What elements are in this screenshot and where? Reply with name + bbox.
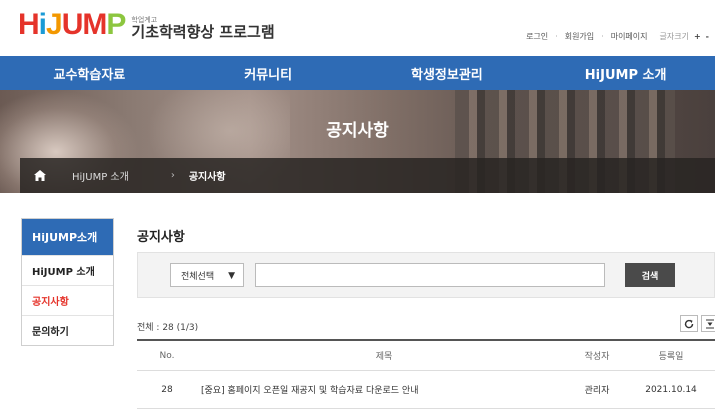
font-size-label: 글자크기 xyxy=(659,32,689,41)
logo-wordmark: HiJUMP xyxy=(18,8,126,41)
font-increase-button[interactable]: + xyxy=(694,32,701,41)
breadcrumb-section[interactable]: HiJUMP 소개 xyxy=(72,168,129,183)
home-icon[interactable] xyxy=(20,170,60,181)
notice-table: No. 제목 작성자 등록일 28 [중요] 홈페이지 오픈일 재공지 및 학습… xyxy=(137,339,715,409)
nav-item-about[interactable]: HiJUMP 소개 xyxy=(536,56,715,90)
row-no: 28 xyxy=(161,384,173,395)
search-input[interactable] xyxy=(255,263,605,287)
site-logo[interactable]: HiJUMP 학업계고 기초학력향상 프로그램 xyxy=(18,10,275,40)
col-writer: 작성자 xyxy=(584,352,610,362)
download-icon[interactable] xyxy=(701,315,715,332)
sidebar-item-notice[interactable]: 공지사항 xyxy=(22,285,113,315)
col-date: 등록일 xyxy=(658,352,684,362)
chevron-down-icon: ▼ xyxy=(228,271,235,281)
breadcrumb-current: 공지사항 xyxy=(188,172,226,183)
total-count: 전체 : 28 (1/3) xyxy=(137,323,199,333)
refresh-icon[interactable] xyxy=(680,315,698,332)
breadcrumb: HiJUMP 소개 › 공지사항 xyxy=(20,158,715,193)
logo-sub-big: 기초학력향상 프로그램 xyxy=(131,23,275,41)
row-date: 2021.10.14 xyxy=(645,384,697,395)
col-title: 제목 xyxy=(375,352,393,362)
site-header: HiJUMP 학업계고 기초학력향상 프로그램 로그인 · 회원가입 · 마이페… xyxy=(0,0,715,56)
font-decrease-button[interactable]: - xyxy=(706,32,709,41)
category-select[interactable]: 전체선택 ▼ xyxy=(170,263,244,287)
main-nav: 교수학습자료 커뮤니티 학생정보관리 HiJUMP 소개 xyxy=(0,56,715,90)
search-panel: 전체선택 ▼ 검색 xyxy=(137,252,715,298)
row-writer: 관리자 xyxy=(584,386,610,396)
category-select-value: 전체선택 xyxy=(181,271,215,282)
login-link[interactable]: 로그인 xyxy=(526,31,548,42)
nav-item-community[interactable]: 커뮤니티 xyxy=(179,56,358,90)
nav-item-student-info[interactable]: 학생정보관리 xyxy=(358,56,537,90)
search-button[interactable]: 검색 xyxy=(625,263,675,287)
chevron-right-icon: › xyxy=(170,170,175,181)
banner-title: 공지사항 xyxy=(326,121,389,141)
signup-link[interactable]: 회원가입 xyxy=(565,31,594,42)
row-title-link[interactable]: [중요] 홈페이지 오픈일 재공지 및 학습자료 다운로드 안내 xyxy=(197,383,567,396)
nav-item-teaching-materials[interactable]: 교수학습자료 xyxy=(0,56,179,90)
utility-links: 로그인 · 회원가입 · 마이페이지 글자크기 + - xyxy=(526,31,709,42)
col-no: No. xyxy=(159,350,175,361)
sidebar-title: HiJUMP소개 xyxy=(22,219,113,255)
page-title: 공지사항 xyxy=(137,230,185,245)
table-header: No. 제목 작성자 등록일 xyxy=(137,339,715,371)
sidebar-item-about[interactable]: HiJUMP 소개 xyxy=(22,255,113,285)
page-banner: 공지사항 HiJUMP 소개 › 공지사항 xyxy=(0,90,715,193)
mypage-link[interactable]: 마이페이지 xyxy=(611,31,648,42)
table-row[interactable]: 28 [중요] 홈페이지 오픈일 재공지 및 학습자료 다운로드 안내 관리자 … xyxy=(137,371,715,409)
sidebar: HiJUMP소개 HiJUMP 소개 공지사항 문의하기 xyxy=(21,218,114,346)
sidebar-item-inquiry[interactable]: 문의하기 xyxy=(22,315,113,345)
list-tools xyxy=(677,315,715,332)
